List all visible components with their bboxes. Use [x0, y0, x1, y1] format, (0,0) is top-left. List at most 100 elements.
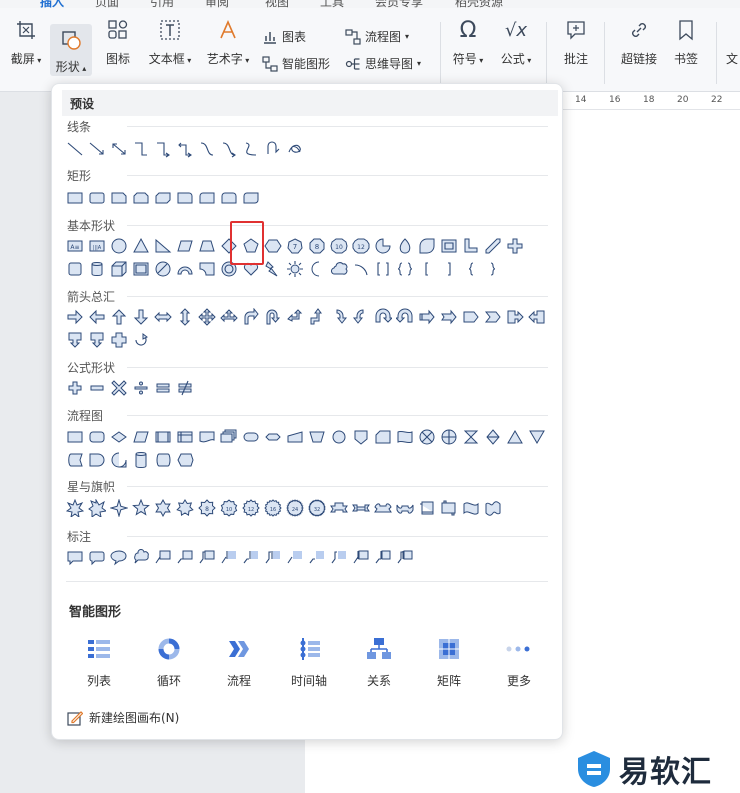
star-10-shape[interactable]: 10 — [218, 497, 240, 519]
flow-summing-junction-shape[interactable] — [416, 426, 438, 448]
flow-extract-shape[interactable] — [504, 426, 526, 448]
right-arrow-shape[interactable] — [64, 306, 86, 328]
equal-shape[interactable] — [152, 377, 174, 399]
quad-arrow-shape[interactable] — [196, 306, 218, 328]
right-triangle-shape[interactable] — [152, 235, 174, 257]
octagon-shape[interactable]: 8 — [306, 235, 328, 257]
flow-punched-tape-shape[interactable] — [394, 426, 416, 448]
arrow-line-shape[interactable] — [86, 138, 108, 160]
round-both-rect-shape[interactable] — [218, 187, 240, 209]
round-corner-rect-shape[interactable] — [174, 187, 196, 209]
vertical-scroll-shape[interactable] — [416, 497, 438, 519]
striped-right-arrow-shape[interactable] — [416, 306, 438, 328]
bordered-callout-2-shape[interactable] — [306, 546, 328, 568]
pentagon-arrow-shape[interactable] — [460, 306, 482, 328]
moon-shape[interactable] — [306, 258, 328, 280]
folded-corner-shape[interactable] — [196, 258, 218, 280]
flow-internal-storage-shape[interactable] — [174, 426, 196, 448]
bookmark-button[interactable]: 书签 — [668, 16, 704, 67]
bevel-shape[interactable] — [130, 258, 152, 280]
smart-more-button[interactable]: 更多 — [489, 636, 549, 689]
right-bracket-shape[interactable] — [438, 258, 460, 280]
textbox-button[interactable]: 文本框 ▾ — [142, 16, 198, 67]
callout-rounded-shape[interactable] — [86, 546, 108, 568]
l-shape[interactable] — [460, 235, 482, 257]
flow-merge-shape[interactable] — [526, 426, 548, 448]
flow-document-shape[interactable] — [196, 426, 218, 448]
round-diagonal-rect-shape[interactable] — [240, 187, 262, 209]
arc-shape[interactable] — [350, 258, 372, 280]
ribbon-up-shape[interactable] — [328, 497, 350, 519]
star-32-shape[interactable]: 32 — [306, 497, 328, 519]
left-right-arrow-shape[interactable] — [152, 306, 174, 328]
quad-arrow-callout-shape[interactable] — [108, 329, 130, 351]
formula-button[interactable]: √x 公式 ▾ — [496, 16, 536, 67]
diagonal-stripe-shape[interactable] — [482, 235, 504, 257]
horizontal-scroll-shape[interactable] — [438, 497, 460, 519]
smart-timeline-button[interactable]: 时间轴 — [279, 636, 339, 689]
can-shape[interactable] — [86, 258, 108, 280]
curved-right-arrow-shape[interactable] — [328, 306, 350, 328]
tab-review[interactable]: 审阅 — [205, 0, 229, 8]
left-brace-shape[interactable] — [460, 258, 482, 280]
elbow-double-arrow-shape[interactable] — [174, 138, 196, 160]
scribble-shape[interactable] — [284, 138, 306, 160]
bent-up-arrow-shape[interactable] — [306, 306, 328, 328]
flow-or-shape[interactable] — [438, 426, 460, 448]
accent-border-callout-3-shape[interactable] — [394, 546, 416, 568]
rounded-rect-shape[interactable] — [86, 187, 108, 209]
block-arc-shape[interactable] — [174, 258, 196, 280]
flow-delay-shape[interactable] — [86, 449, 108, 471]
left-bracket-shape[interactable] — [416, 258, 438, 280]
icon-button[interactable]: 图标 — [100, 16, 136, 67]
callout-rectangle-shape[interactable] — [64, 546, 86, 568]
freeform-shape[interactable] — [262, 138, 284, 160]
star-4-shape[interactable] — [108, 497, 130, 519]
rectangle-shape[interactable] — [64, 187, 86, 209]
down-arrow-shape[interactable] — [130, 306, 152, 328]
sun-shape[interactable] — [284, 258, 306, 280]
ribbon-down-shape[interactable] — [350, 497, 372, 519]
frame-shape[interactable] — [438, 235, 460, 257]
dodecagon-shape[interactable]: 12 — [350, 235, 372, 257]
oval-shape[interactable] — [108, 235, 130, 257]
star-7-shape[interactable] — [174, 497, 196, 519]
line-shape[interactable] — [64, 138, 86, 160]
smart-list-button[interactable]: 列表 — [69, 636, 129, 689]
flow-multidocument-shape[interactable] — [218, 426, 240, 448]
curved-connector-shape[interactable] — [196, 138, 218, 160]
wordart-button[interactable]: 艺术字 ▾ — [200, 16, 256, 67]
smart-process-button[interactable]: 流程 — [209, 636, 269, 689]
callout-cloud-shape[interactable] — [130, 546, 152, 568]
line-callout-2-shape[interactable] — [174, 546, 196, 568]
flow-stored-data-shape[interactable] — [64, 449, 86, 471]
snip-rect-shape[interactable] — [108, 187, 130, 209]
up-arrow-callout-shape[interactable] — [64, 329, 86, 351]
chord-shape[interactable] — [394, 235, 416, 257]
minus-shape[interactable] — [86, 377, 108, 399]
callout-oval-shape[interactable] — [108, 546, 130, 568]
explosion-2-shape[interactable] — [86, 497, 108, 519]
chevron-shape[interactable] — [482, 306, 504, 328]
bent-arrow-shape[interactable] — [240, 306, 262, 328]
flow-terminator-shape[interactable] — [240, 426, 262, 448]
left-right-up-arrow-shape[interactable] — [218, 306, 240, 328]
u-turn-arrow-shape[interactable] — [262, 306, 284, 328]
flow-connector-shape[interactable] — [328, 426, 350, 448]
left-arrow-callout-shape[interactable] — [526, 306, 548, 328]
flow-display-shape[interactable] — [174, 449, 196, 471]
double-bracket-shape[interactable] — [372, 258, 394, 280]
flow-offpage-connector-shape[interactable] — [350, 426, 372, 448]
curved-ribbon-down-shape[interactable] — [394, 497, 416, 519]
accent-callout-1-shape[interactable] — [218, 546, 240, 568]
tab-member[interactable]: 会员专享 — [375, 0, 423, 8]
flow-preparation-shape[interactable] — [262, 426, 284, 448]
smartart-button[interactable]: 智能图形 — [262, 55, 330, 72]
tab-view[interactable]: 视图 — [265, 0, 289, 8]
flow-decision-shape[interactable] — [108, 426, 130, 448]
wave-shape[interactable] — [460, 497, 482, 519]
curved-down-arrow-shape[interactable] — [394, 306, 416, 328]
mindmap-button[interactable]: 思维导图 ▾ — [345, 55, 421, 72]
symbol-button[interactable]: Ω 符号 ▾ — [448, 16, 488, 67]
circular-arrow-shape[interactable] — [130, 329, 152, 351]
